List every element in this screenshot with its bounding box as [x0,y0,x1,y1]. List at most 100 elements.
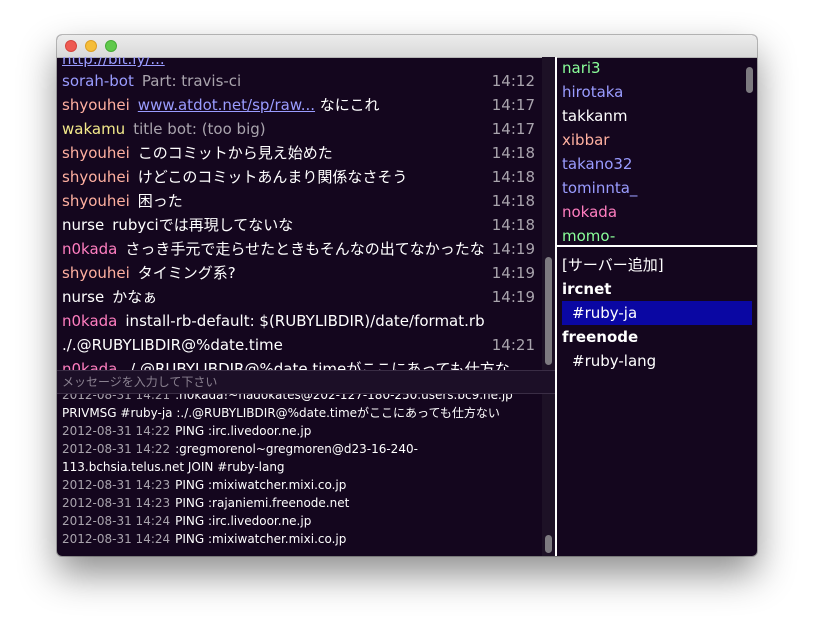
zoom-window-button[interactable] [105,40,117,52]
message-nick[interactable]: shyouhei [62,168,130,186]
server-log: 2012-08-31 14:21 :n0kada!~nadokates@202-1… [57,394,542,556]
server-tree: [サーバー追加] ircnet #ruby-ja freenode #ruby-lan… [557,247,757,556]
member-item[interactable]: xibbar [562,128,609,152]
message-text: rubyciでは再現してないな [112,216,294,234]
log-scrollbar-thumb[interactable] [545,535,552,553]
chat-message-row: n0kada ./.@RUBYLIBDIR@%date.timeがここにあっても仕… [62,357,537,370]
server-network-item[interactable]: freenode [562,325,757,349]
message-time: 14:19 [489,285,535,309]
message-time: 14:17 [489,117,535,141]
log-text: PING :irc.livedoor.ne.jp [175,424,312,438]
log-text: :n0kada!~nadokates@202-127-180-250.users… [175,394,513,402]
chat-message-row: shyouhei www.atdot.net/sp/raw... なにこれ 14:1… [62,93,537,117]
message-link[interactable]: www.atdot.net/sp/raw... [138,96,315,114]
log-row: 2012-08-31 14:24 PING :mixiwatcher.mixi.c… [62,530,540,548]
message-text: なにこれ [315,96,380,114]
log-row: 2012-08-31 14:22 PING :irc.livedoor.ne.jp [62,422,540,440]
message-text: ./.@RUBYLIBDIR@%date.timeがここにあっても仕方な [125,360,510,370]
message-nick[interactable]: wakamu [62,120,125,138]
log-row: 113.bchsia.telus.net JOIN #ruby-lang [62,458,540,476]
log-text: PING :rajaniemi.freenode.net [175,496,350,510]
message-time: 14:18 [489,165,535,189]
log-timestamp: 2012-08-31 14:23 [62,496,171,510]
member-item[interactable]: hirotaka [562,80,623,104]
message-text: Part: travis-ci [141,72,242,90]
message-text: 困った [137,192,183,210]
message-time: 14:18 [489,189,535,213]
message-nick[interactable]: shyouhei [62,192,130,210]
member-item[interactable]: nari3 [562,57,601,80]
log-timestamp: 2012-08-31 14:23 [62,478,171,492]
message-time: 14:21 [489,333,535,357]
message-nick[interactable]: nurse [62,216,104,234]
message-nick[interactable]: sorah-bot [62,72,134,90]
message-text: さっき手元で走らせたときもそんなの出てなかったな [125,240,485,258]
chat-message-row: wakamu title bot: (too big) 14:17 [62,117,537,141]
log-timestamp: 2012-08-31 14:24 [62,532,171,546]
message-text: ./.@RUBYLIBDIR@%date.time [62,336,283,354]
member-item[interactable]: takano32 [562,152,632,176]
message-input[interactable] [57,371,547,393]
chat-message-row: shyouhei このコミットから見え始めた 14:18 [62,141,537,165]
chat-message-row: nurse かなぁ 14:19 [62,285,537,309]
member-item[interactable]: tominnta_ [562,176,637,200]
log-text: PING :mixiwatcher.mixi.co.jp [175,532,347,546]
log-row: 2012-08-31 14:22 :gregmorenol~gregmoren@d… [62,440,540,458]
add-server-item[interactable]: [サーバー追加] [562,253,757,277]
message-text: タイミング系? [137,264,236,282]
member-item[interactable]: takkanm [562,104,628,128]
message-nick[interactable]: shyouhei [62,96,130,114]
message-nick[interactable]: nurse [62,288,104,306]
chat-message-row: shyouhei 困った 14:18 [62,189,537,213]
log-timestamp: 2012-08-31 14:22 [62,424,171,438]
member-item[interactable]: nokada [562,200,617,224]
chat-message-row: shyouhei けどこのコミットあんまり関係なさそう 14:18 [62,165,537,189]
message-nick[interactable]: shyouhei [62,264,130,282]
log-row: PRIVMSG #ruby-ja :./.@RUBYLIBDIR@%date.t… [62,404,540,422]
chat-scrollbar-thumb[interactable] [545,257,552,365]
message-nick[interactable]: n0kada [62,360,117,370]
irc-window: http://bit.ly/... sorah-bot Part: travis-… [57,35,757,556]
member-scrollbar[interactable] [742,57,757,245]
message-time: 14:12 [489,69,535,93]
channel-item[interactable]: #ruby-lang [562,349,752,373]
title-bar[interactable] [57,35,757,58]
chat-scrollbar[interactable] [542,57,555,370]
chat-message-row: ./.@RUBYLIBDIR@%date.time 14:21 [62,333,537,357]
message-time: 14:18 [489,213,535,237]
log-row: 2012-08-31 14:24 PING :irc.livedoor.ne.jp [62,512,540,530]
chat-message-row: n0kada install-rb-default: $(RUBYLIBDIR)/… [62,309,537,333]
chat-message-row: sorah-bot Part: travis-ci 14:12 [62,69,537,93]
log-scrollbar[interactable] [542,394,555,556]
log-timestamp: 2012-08-31 14:21 [62,394,171,402]
member-list: nari3 hirotaka takkanm xibbar takano32 tominn… [557,57,757,245]
message-time: 14:18 [489,141,535,165]
close-window-button[interactable] [65,40,77,52]
server-network-item[interactable]: ircnet [562,277,757,301]
log-timestamp: 2012-08-31 14:22 [62,442,171,456]
chat-message-row: nurse rubyciでは再現してないな 14:18 [62,213,537,237]
message-time: 14:17 [489,93,535,117]
chat-message-row: n0kada さっき手元で走らせたときもそんなの出てなかったな 14:19 [62,237,537,261]
message-text: このコミットから見え始めた [137,144,333,162]
log-row: 2012-08-31 14:23 PING :mixiwatcher.mixi.c… [62,476,540,494]
log-text: PING :mixiwatcher.mixi.co.jp [175,478,347,492]
log-row: 2012-08-31 14:21 :n0kada!~nadokates@202-1… [62,394,540,404]
log-text: 113.bchsia.telus.net JOIN #ruby-lang [62,460,285,474]
minimize-window-button[interactable] [85,40,97,52]
member-scrollbar-thumb[interactable] [746,67,753,93]
log-timestamp: 2012-08-31 14:24 [62,514,171,528]
message-text: title bot: (too big) [133,120,266,138]
log-text: :gregmorenol~gregmoren@d23-16-240- [175,442,418,456]
message-text: けどこのコミットあんまり関係なさそう [137,168,408,186]
message-text: かなぁ [112,288,158,306]
log-row: 2012-08-31 14:23 PING :rajaniemi.freenode… [62,494,540,512]
message-nick[interactable]: n0kada [62,240,117,258]
message-nick[interactable]: shyouhei [62,144,130,162]
member-item[interactable]: momo- [562,224,615,245]
channel-item[interactable]: #ruby-ja [562,301,752,325]
message-nick[interactable]: n0kada [62,312,117,330]
message-text: install-rb-default: $(RUBYLIBDIR)/date/f… [125,312,485,330]
message-time: 14:19 [489,237,535,261]
log-text: PRIVMSG #ruby-ja :./.@RUBYLIBDIR@%date.t… [62,406,500,420]
